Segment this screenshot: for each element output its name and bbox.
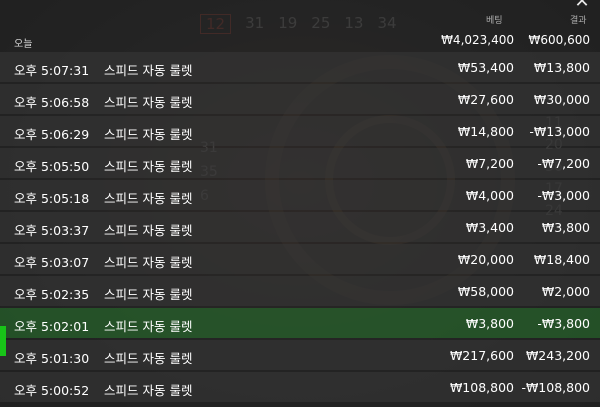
history-bet: ₩14,800 xyxy=(457,124,514,139)
history-time: 오후 5:03:07 xyxy=(14,255,90,270)
column-header-result: 결과 xyxy=(570,16,587,26)
history-bet: ₩7,200 xyxy=(465,156,514,171)
history-time: 오후 5:07:31 xyxy=(14,63,90,78)
history-bet: ₩58,000 xyxy=(457,284,514,299)
history-game: 스피드 자동 룰렛 xyxy=(104,159,193,174)
summary-row: 오늘 ₩4,023,400 ₩600,600 xyxy=(0,29,600,52)
history-result: -₩3,800 xyxy=(537,316,590,331)
summary-result-total: ₩600,600 xyxy=(528,33,591,47)
history-game: 스피드 자동 룰렛 xyxy=(104,287,193,302)
history-time: 오후 5:06:58 xyxy=(14,95,90,110)
history-list: 오후 5:07:31 스피드 자동 룰렛 ₩53,400 ₩13,800 오후 … xyxy=(0,52,600,404)
history-result: -₩13,000 xyxy=(529,124,590,139)
history-row[interactable]: 오후 5:03:37 스피드 자동 룰렛 ₩3,400 ₩3,800 xyxy=(0,212,600,242)
history-game: 스피드 자동 룰렛 xyxy=(104,319,193,334)
history-time: 오후 5:01:30 xyxy=(14,351,90,366)
history-game: 스피드 자동 룰렛 xyxy=(104,95,193,110)
history-result: ₩13,800 xyxy=(533,60,590,75)
history-game: 스피드 자동 룰렛 xyxy=(104,383,193,398)
history-row[interactable]: 오후 5:03:07 스피드 자동 룰렛 ₩20,000 ₩18,400 xyxy=(0,244,600,274)
history-bet: ₩108,800 xyxy=(449,380,514,395)
history-game: 스피드 자동 룰렛 xyxy=(104,223,193,238)
history-game: 스피드 자동 룰렛 xyxy=(104,351,193,366)
history-bet: ₩27,600 xyxy=(457,92,514,107)
history-bet: ₩20,000 xyxy=(457,252,514,267)
history-row[interactable]: 오후 5:05:50 스피드 자동 룰렛 ₩7,200 -₩7,200 xyxy=(0,148,600,178)
history-game: 스피드 자동 룰렛 xyxy=(104,63,193,78)
column-header-bet: 베팅 xyxy=(486,16,503,26)
history-bet: ₩3,800 xyxy=(465,316,514,331)
summary-bet-total: ₩4,023,400 xyxy=(441,33,514,47)
history-game: 스피드 자동 룰렛 xyxy=(104,191,193,206)
history-row[interactable]: 오후 5:07:31 스피드 자동 룰렛 ₩53,400 ₩13,800 xyxy=(0,52,600,82)
history-row[interactable]: 오후 5:05:18 스피드 자동 룰렛 ₩4,000 -₩3,000 xyxy=(0,180,600,210)
history-result: -₩108,800 xyxy=(521,380,590,395)
history-row-highlighted[interactable]: 오후 5:02:01 스피드 자동 룰렛 ₩3,800 -₩3,800 xyxy=(0,308,600,338)
history-time: 오후 5:03:37 xyxy=(14,223,90,238)
history-row[interactable]: 오후 5:02:35 스피드 자동 룰렛 ₩58,000 ₩2,000 xyxy=(0,276,600,306)
history-row[interactable]: 오후 5:06:29 스피드 자동 룰렛 ₩14,800 -₩13,000 xyxy=(0,116,600,146)
history-time: 오후 5:02:35 xyxy=(14,287,90,302)
history-result: ₩18,400 xyxy=(533,252,590,267)
history-game: 스피드 자동 룰렛 xyxy=(104,127,193,142)
history-time: 오후 5:05:18 xyxy=(14,191,90,206)
bet-history-panel: ✕ 베팅 결과 오늘 ₩4,023,400 ₩600,600 오후 5:07:3… xyxy=(0,0,600,407)
history-result: ₩30,000 xyxy=(533,92,590,107)
history-row[interactable]: 오후 5:00:52 스피드 자동 룰렛 ₩108,800 -₩108,800 xyxy=(0,372,600,402)
history-game: 스피드 자동 룰렛 xyxy=(104,255,193,270)
active-row-marker xyxy=(0,326,6,356)
history-time: 오후 5:02:01 xyxy=(14,319,90,334)
history-result: ₩243,200 xyxy=(525,348,590,363)
history-result: ₩2,000 xyxy=(541,284,590,299)
close-icon[interactable]: ✕ xyxy=(574,0,590,11)
history-time: 오후 5:00:52 xyxy=(14,383,90,398)
history-time: 오후 5:05:50 xyxy=(14,159,90,174)
history-bet: ₩3,400 xyxy=(465,220,514,235)
history-bet: ₩53,400 xyxy=(457,60,514,75)
history-time: 오후 5:06:29 xyxy=(14,127,90,142)
history-result: ₩3,800 xyxy=(541,220,590,235)
history-result: -₩7,200 xyxy=(537,156,590,171)
panel-title-bar xyxy=(0,0,600,10)
history-row[interactable]: 오후 5:01:30 스피드 자동 룰렛 ₩217,600 ₩243,200 xyxy=(0,340,600,370)
history-bet: ₩4,000 xyxy=(465,188,514,203)
history-row[interactable]: 오후 5:06:58 스피드 자동 룰렛 ₩27,600 ₩30,000 xyxy=(0,84,600,114)
history-result: -₩3,000 xyxy=(537,188,590,203)
summary-label: 오늘 xyxy=(14,39,33,50)
history-bet: ₩217,600 xyxy=(449,348,514,363)
